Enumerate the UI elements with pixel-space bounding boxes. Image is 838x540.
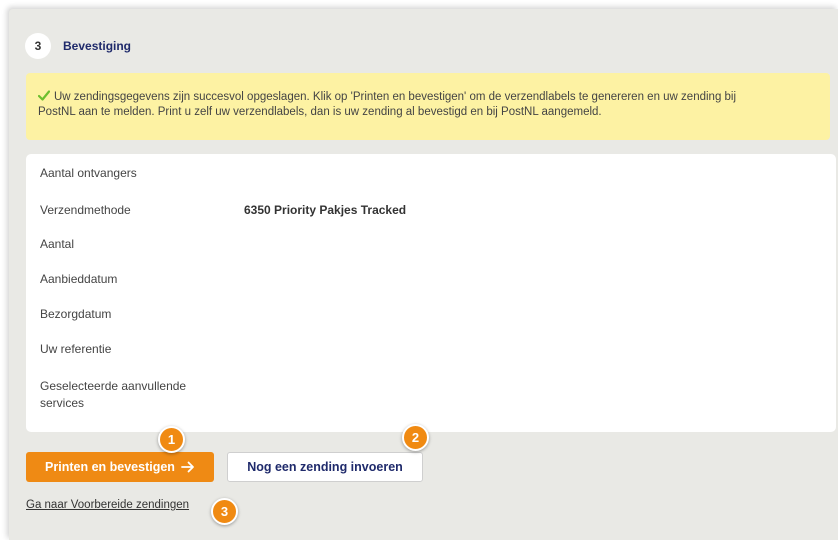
- detail-label-line2: services: [40, 396, 85, 410]
- confirmation-panel: 3 Bevestiging Uw zendingsgegevens zijn s…: [9, 9, 838, 540]
- detail-label: Aantal: [40, 237, 75, 251]
- step-header: 3 Bevestiging: [25, 33, 131, 59]
- detail-label: Uw referentie: [40, 342, 112, 356]
- callout-badge-3: 3: [211, 498, 238, 525]
- detail-value: 6350 Priority Pakjes Tracked: [244, 203, 407, 217]
- detail-label: Aantal ontvangers: [40, 166, 137, 180]
- detail-label: Geselecteerde aanvullende services: [40, 378, 244, 412]
- detail-row-uw-referentie: Uw referentie: [40, 341, 244, 358]
- callout-badge-2: 2: [402, 424, 429, 451]
- prepared-shipments-link[interactable]: Ga naar Voorbereide zendingen: [26, 499, 189, 511]
- detail-label-line1: Geselecteerde aanvullende: [40, 379, 187, 393]
- check-icon: [38, 90, 50, 101]
- detail-row-aanvullende-services: Geselecteerde aanvullende services: [40, 378, 244, 412]
- detail-row-aantal: Aantal: [40, 236, 244, 253]
- success-text-line2: PostNL aan te melden. Print u zelf uw ve…: [38, 106, 602, 118]
- detail-label: Aanbieddatum: [40, 272, 118, 286]
- detail-row-verzendmethode: Verzendmethode 6350 Priority Pakjes Track…: [40, 202, 406, 219]
- shipment-details: Aantal ontvangers Verzendmethode 6350 Pri…: [26, 154, 836, 432]
- detail-row-aantal-ontvangers: Aantal ontvangers: [40, 165, 244, 182]
- new-shipment-button[interactable]: Nog een zending invoeren: [227, 452, 423, 482]
- arrow-right-icon: [181, 461, 194, 473]
- print-and-confirm-button[interactable]: Printen en bevestigen: [26, 452, 214, 482]
- step-number-badge: 3: [25, 33, 51, 59]
- detail-label: Verzendmethode: [40, 203, 131, 217]
- detail-label: Bezorgdatum: [40, 307, 112, 321]
- callout-badge-1: 1: [158, 426, 185, 453]
- detail-row-aanbieddatum: Aanbieddatum: [40, 271, 244, 288]
- step-title: Bevestiging: [63, 39, 132, 53]
- success-text-line1: Uw zendingsgegevens zijn succesvol opges…: [54, 91, 737, 103]
- print-and-confirm-label: Printen en bevestigen: [45, 460, 175, 474]
- success-message: Uw zendingsgegevens zijn succesvol opges…: [26, 73, 830, 140]
- detail-row-bezorgdatum: Bezorgdatum: [40, 306, 244, 323]
